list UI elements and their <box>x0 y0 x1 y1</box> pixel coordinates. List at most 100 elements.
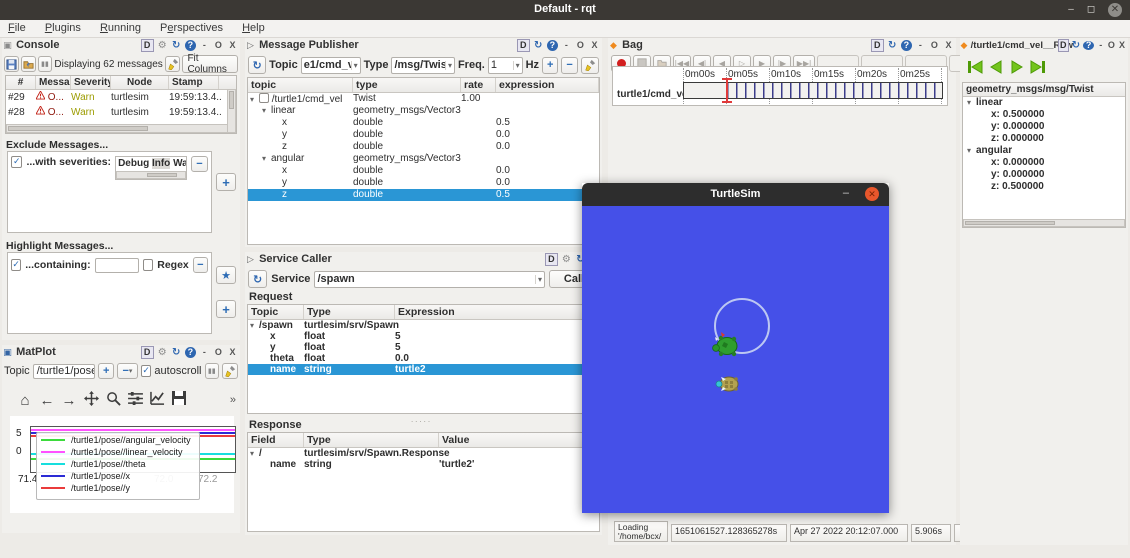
dock-minimize-button[interactable]: - <box>199 345 210 360</box>
publisher-row[interactable]: ▾ /turtle1/cmd_vel Twist 1.00 <box>248 93 599 105</box>
publisher-row[interactable]: y double 0.0 <box>248 129 599 141</box>
add-exclude-filter-button[interactable]: + <box>216 173 236 191</box>
plot-topic-input[interactable]: /turtle1/pose/ <box>32 363 96 379</box>
dock-close-button[interactable]: X <box>1118 38 1126 53</box>
console-vscrollbar[interactable] <box>227 89 236 133</box>
publisher-row[interactable]: ▾ linear geometry_msgs/Vector3 <box>248 105 599 117</box>
col-type[interactable]: Type <box>304 433 439 447</box>
raw-row[interactable]: ▾ linear <box>963 97 1125 109</box>
help-icon[interactable]: ? <box>900 40 912 51</box>
console-row[interactable]: #29 O... Warn turtlesim 19:59:13.4.. <box>6 90 236 105</box>
add-highlight-filter-button[interactable]: + <box>216 300 236 318</box>
raw-row[interactable]: z: 0.000000 <box>963 133 1125 145</box>
menu-plugins[interactable]: Plugins <box>37 20 89 34</box>
type-combo[interactable]: /msg/Twist ▾ <box>391 56 455 74</box>
col-stamp[interactable]: Stamp <box>169 76 219 89</box>
dock-d-icon[interactable]: D <box>1057 39 1069 52</box>
request-row[interactable]: theta float 0.0 <box>248 353 599 364</box>
service-combo[interactable]: /spawn ▾ <box>314 270 546 288</box>
turtlesim-window[interactable]: TurtleSim – ✕ <box>582 183 889 513</box>
publisher-row[interactable]: ▾ angular geometry_msgs/Vector3 <box>248 153 599 165</box>
last-message-icon[interactable] <box>1029 58 1047 76</box>
raw-row[interactable]: y: 0.000000 <box>963 121 1125 133</box>
reload-icon[interactable]: ↻ <box>1071 38 1080 53</box>
col-type[interactable]: Type <box>304 305 395 319</box>
raw-row[interactable]: ▾ angular <box>963 145 1125 157</box>
dock-minimize-button[interactable]: - <box>1097 38 1105 53</box>
freq-combo[interactable]: 1 ▾ <box>487 56 523 74</box>
dock-restore-button[interactable]: O <box>213 38 224 53</box>
raw-hscrollbar[interactable] <box>963 219 1125 227</box>
dock-restore-button[interactable]: O <box>1107 38 1115 53</box>
gear-icon[interactable]: ⚙ <box>157 38 168 53</box>
severity-hscrollbar[interactable] <box>116 171 186 179</box>
console-hscrollbar[interactable] <box>6 124 228 133</box>
publisher-row[interactable]: y double 0.0 <box>248 177 599 189</box>
fit-columns-button[interactable]: Fit Columns <box>182 53 238 75</box>
col-topic[interactable]: Topic <box>248 305 304 319</box>
reload-icon[interactable]: ↻ <box>171 38 182 53</box>
col-message[interactable]: Message <box>36 76 71 89</box>
raw-row[interactable]: x: 0.500000 <box>963 109 1125 121</box>
bag-timeline[interactable]: turtle1/cmd_vel 0m00s 0m05s 0m10s 0m15s … <box>612 66 948 106</box>
publish-checkbox[interactable] <box>259 93 269 103</box>
refresh-topics-button[interactable]: ↻ <box>248 56 267 74</box>
reload-icon[interactable]: ↻ <box>533 38 544 53</box>
col-num[interactable]: # <box>6 76 36 89</box>
previous-message-icon[interactable] <box>987 58 1005 76</box>
customize-icon[interactable] <box>146 391 168 409</box>
col-value[interactable]: Value <box>439 433 599 447</box>
pause-icon[interactable]: ▮▮ <box>37 56 53 72</box>
clear-plot-button[interactable] <box>222 363 238 379</box>
col-severity[interactable]: Severity <box>71 76 111 89</box>
help-icon[interactable]: ? <box>184 347 196 358</box>
menu-file[interactable]: File <box>0 20 34 34</box>
dock-d-icon[interactable]: D <box>516 39 530 52</box>
help-icon[interactable]: ? <box>1083 41 1095 50</box>
col-topic[interactable]: topic <box>248 78 353 92</box>
raw-type-header[interactable]: geometry_msgs/msg/Twist <box>963 83 1125 97</box>
reload-icon[interactable]: ↻ <box>171 345 182 360</box>
col-expression[interactable]: expression <box>496 78 599 92</box>
dock-minimize-button[interactable]: - <box>561 38 572 53</box>
bag-track[interactable] <box>683 82 943 99</box>
dock-d-icon[interactable]: D <box>544 253 558 266</box>
forward-icon[interactable]: → <box>58 392 80 409</box>
raw-row[interactable]: z: 0.500000 <box>963 181 1125 193</box>
col-field[interactable]: Field <box>248 433 304 447</box>
menu-running[interactable]: Running <box>92 20 149 34</box>
dock-close-button[interactable]: X <box>227 38 238 53</box>
pause-plot-icon[interactable]: ▮▮ <box>204 363 220 379</box>
turtlesim-title-bar[interactable]: TurtleSim – ✕ <box>582 183 889 206</box>
request-row[interactable]: y float 5 <box>248 342 599 353</box>
load-log-button[interactable] <box>20 56 36 72</box>
severity-list[interactable]: Debug Info Warn Er <box>118 158 186 169</box>
gear-icon[interactable]: ⚙ <box>561 252 572 267</box>
autoscroll-checkbox[interactable]: ✓ <box>140 365 152 377</box>
request-row-selected[interactable]: name string turtle2 <box>248 364 599 375</box>
col-type[interactable]: type <box>353 78 461 92</box>
response-row[interactable]: ▾ / turtlesim/srv/Spawn.Response <box>248 448 599 459</box>
containing-filter-checkbox[interactable]: ✓ <box>11 259 22 271</box>
highlight-mode-button[interactable]: ★ <box>216 266 236 284</box>
dock-close-button[interactable]: X <box>589 38 600 53</box>
severity-filter-checkbox[interactable]: ✓ <box>11 156 23 168</box>
containing-input[interactable] <box>94 257 139 273</box>
menu-help[interactable]: Help <box>234 20 273 34</box>
col-expression[interactable]: Expression <box>395 305 599 319</box>
save-figure-icon[interactable] <box>168 391 190 409</box>
add-topic-button[interactable]: + <box>98 363 115 379</box>
col-node[interactable]: Node <box>111 76 169 89</box>
request-row[interactable]: x float 5 <box>248 331 599 342</box>
home-icon[interactable]: ⌂ <box>14 392 36 409</box>
publisher-row[interactable]: x double 0.5 <box>248 117 599 129</box>
reload-icon[interactable]: ↻ <box>887 38 898 53</box>
publisher-row[interactable]: x double 0.0 <box>248 165 599 177</box>
remove-topic-button[interactable]: − ▾ <box>117 363 138 379</box>
col-rate[interactable]: rate <box>461 78 496 92</box>
subplots-icon[interactable] <box>124 391 146 409</box>
response-row[interactable]: name string 'turtle2' <box>248 459 599 470</box>
save-log-button[interactable] <box>4 56 19 72</box>
dock-restore-button[interactable]: O <box>929 38 940 53</box>
pan-icon[interactable] <box>80 390 102 410</box>
